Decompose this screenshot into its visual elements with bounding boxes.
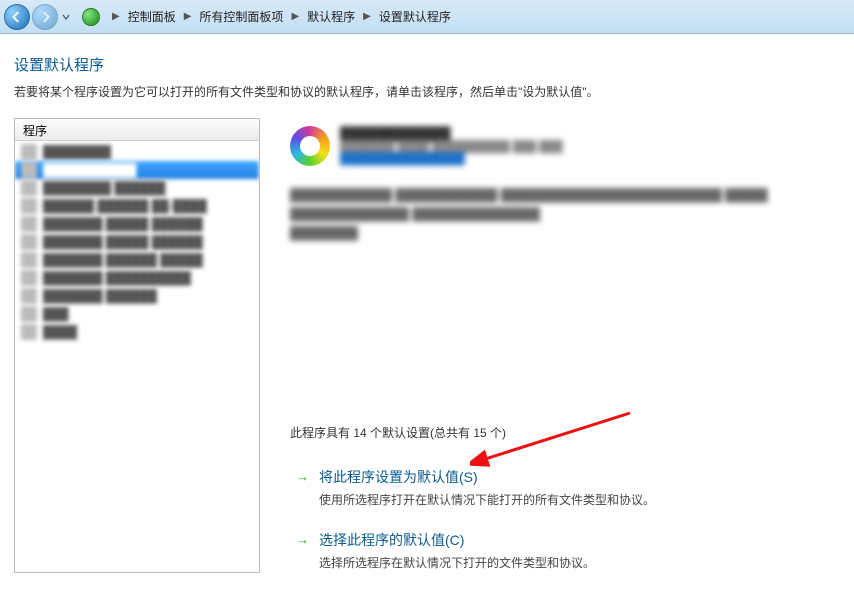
chevron-right-icon: ▶: [182, 11, 194, 22]
breadcrumb-item[interactable]: 控制面板: [126, 8, 178, 25]
set-as-default-action[interactable]: → 将此程序设置为默认值(S) 使用所选程序打开在默认情况下能打开的所有文件类型…: [290, 467, 834, 508]
list-item[interactable]: ████████ ██████: [15, 179, 259, 197]
list-item[interactable]: ████: [15, 323, 259, 341]
defaults-count: 此程序具有 14 个默认设置(总共有 15 个): [290, 424, 834, 441]
action-title: 选择此程序的默认值(C): [319, 530, 595, 550]
arrow-right-icon: →: [296, 532, 309, 571]
detail-header: ████████████ ███████ ████ ██████████ ███…: [290, 126, 834, 166]
list-item[interactable]: ███████ ██████: [15, 287, 259, 305]
list-item[interactable]: ███████ ██████ █████: [15, 251, 259, 269]
list-item[interactable]: ███████ █████ ██████: [15, 233, 259, 251]
breadcrumb[interactable]: ▶ 控制面板 ▶ 所有控制面板项 ▶ 默认程序 ▶ 设置默认程序: [106, 8, 453, 25]
action-subtitle: 选择所选程序在默认情况下打开的文件类型和协议。: [319, 554, 595, 571]
list-item[interactable]: ███████ █████ ██████: [15, 215, 259, 233]
breadcrumb-item[interactable]: 设置默认程序: [377, 8, 453, 25]
app-icon: [290, 126, 330, 166]
action-list: → 将此程序设置为默认值(S) 使用所选程序打开在默认情况下能打开的所有文件类型…: [290, 467, 834, 593]
address-icon: [82, 8, 100, 26]
page-description: 若要将某个程序设置为它可以打开的所有文件类型和协议的默认程序，请单击该程序，然后…: [14, 83, 854, 100]
list-item-selected[interactable]: ███████████: [15, 161, 259, 179]
list-item[interactable]: ████████: [15, 143, 259, 161]
chevron-right-icon: ▶: [361, 11, 373, 22]
list-item[interactable]: ███████ ██████████: [15, 269, 259, 287]
title-bar: ▶ 控制面板 ▶ 所有控制面板项 ▶ 默认程序 ▶ 设置默认程序: [0, 0, 854, 34]
nav-history-dropdown[interactable]: [60, 4, 72, 30]
breadcrumb-item[interactable]: 默认程序: [305, 8, 357, 25]
action-title: 将此程序设置为默认值(S): [319, 467, 655, 487]
choose-defaults-action[interactable]: → 选择此程序的默认值(C) 选择所选程序在默认情况下打开的文件类型和协议。: [290, 530, 834, 571]
programs-header: 程序: [15, 119, 259, 141]
programs-list[interactable]: ████████ ███████████ ████████ ██████ ███…: [15, 141, 259, 572]
nav-back-button[interactable]: [4, 4, 30, 30]
action-subtitle: 使用所选程序打开在默认情况下能打开的所有文件类型和协议。: [319, 491, 655, 508]
app-meta: ████████████ ███████ ████ ██████████ ███…: [340, 126, 563, 165]
detail-panel: ████████████ ███████ ████ ██████████ ███…: [260, 118, 854, 593]
list-item[interactable]: ███: [15, 305, 259, 323]
breadcrumb-item[interactable]: 所有控制面板项: [197, 8, 285, 25]
list-item[interactable]: ██████ ██████ ██-████: [15, 197, 259, 215]
content-area: 设置默认程序 若要将某个程序设置为它可以打开的所有文件类型和协议的默认程序，请单…: [0, 34, 854, 573]
page-title: 设置默认程序: [14, 54, 854, 75]
app-description: ████████████ ████████████ ██████████████…: [290, 186, 834, 244]
chevron-right-icon: ▶: [289, 11, 301, 22]
nav-forward-button[interactable]: [32, 4, 58, 30]
chevron-right-icon: ▶: [110, 11, 122, 22]
programs-panel: 程序 ████████ ███████████ ████████ ██████ …: [14, 118, 260, 573]
arrow-right-icon: →: [296, 469, 309, 508]
